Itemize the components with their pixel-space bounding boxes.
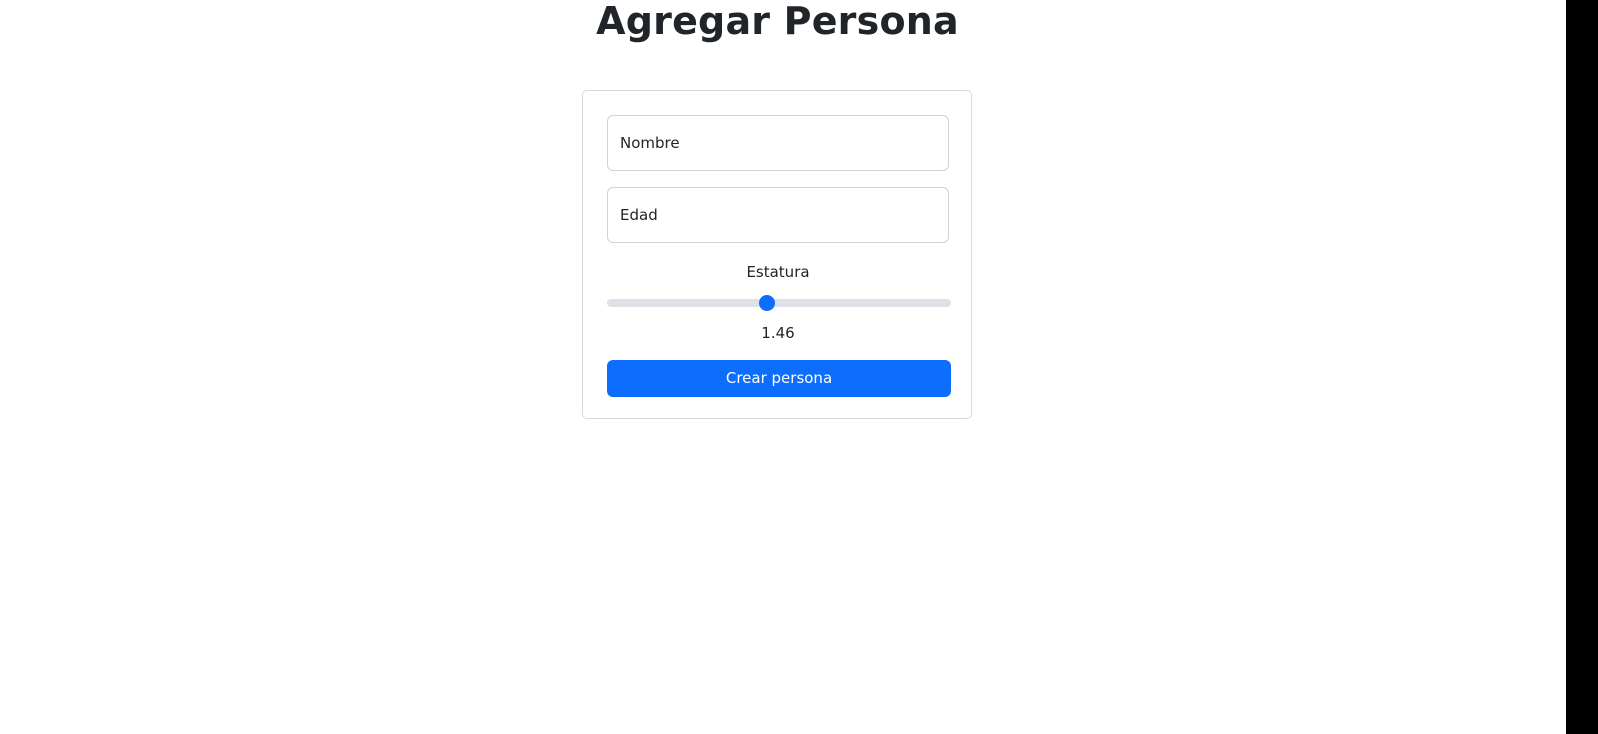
- estatura-slider-thumb[interactable]: [759, 295, 776, 311]
- page: Agregar Persona Nombre Edad Estatura 1.4…: [0, 0, 1598, 734]
- estatura-slider[interactable]: [607, 293, 951, 313]
- page-title: Agregar Persona: [596, 0, 959, 43]
- estatura-slider-track[interactable]: [607, 299, 951, 307]
- crear-persona-button[interactable]: Crear persona: [607, 360, 951, 397]
- edad-input[interactable]: Edad: [607, 187, 949, 243]
- window-edge: [1566, 0, 1598, 734]
- estatura-value: 1.46: [761, 324, 795, 342]
- add-person-form: Nombre Edad Estatura 1.46 Crear persona: [582, 90, 972, 419]
- estatura-label: Estatura: [746, 263, 810, 281]
- edad-placeholder: Edad: [620, 206, 658, 224]
- nombre-placeholder: Nombre: [620, 134, 680, 152]
- nombre-input[interactable]: Nombre: [607, 115, 949, 171]
- page-viewport: Agregar Persona Nombre Edad Estatura 1.4…: [0, 0, 1566, 734]
